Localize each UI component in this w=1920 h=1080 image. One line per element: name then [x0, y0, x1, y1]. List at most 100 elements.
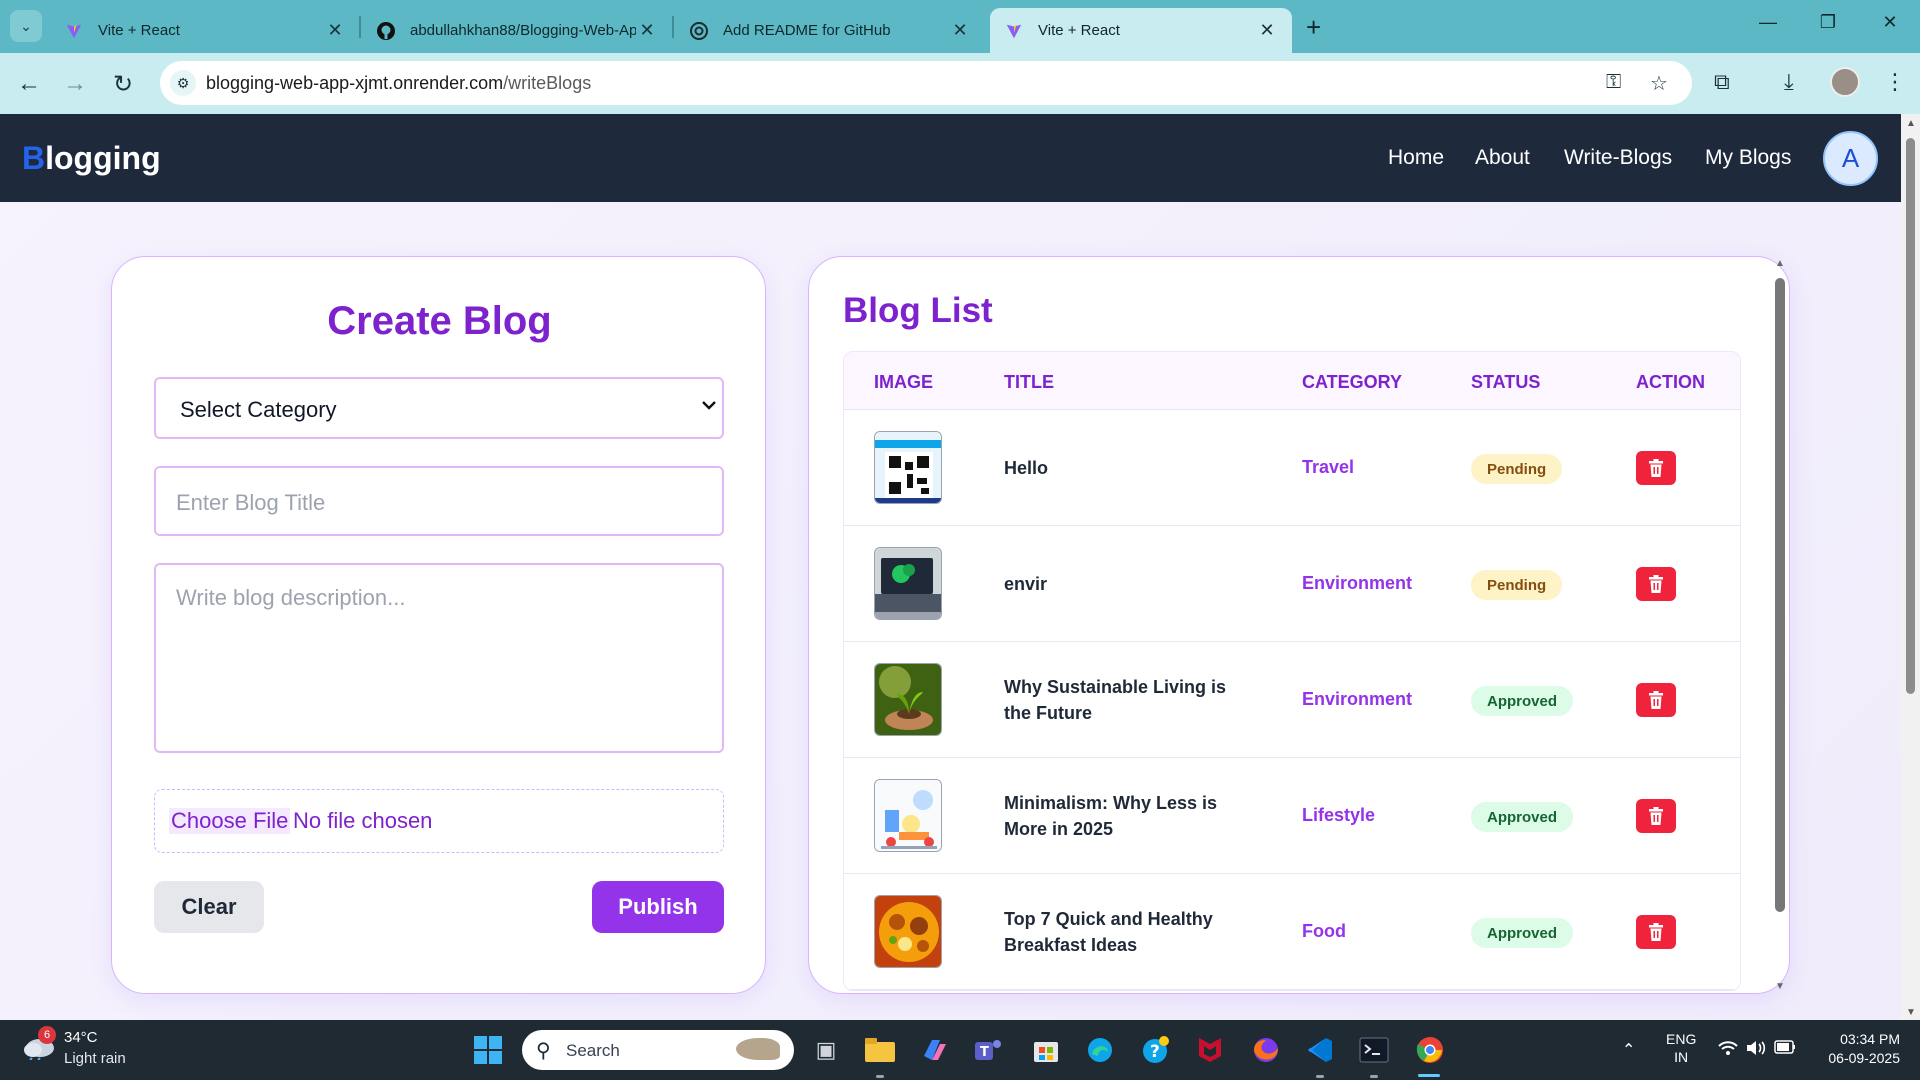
blog-title-input[interactable]: Enter Blog Title — [154, 466, 724, 536]
url-host: blogging-web-app-xjmt.onrender.com — [206, 73, 504, 93]
brand-logo[interactable]: Blogging — [22, 140, 161, 177]
bookmark-star-icon[interactable]: ☆ — [1650, 71, 1668, 96]
blog-list-card: Blog List IMAGE TITLE CATEGORY STATUS AC… — [808, 256, 1790, 994]
delete-button[interactable] — [1636, 683, 1676, 717]
input-language-indicator[interactable]: ENG IN — [1666, 1030, 1696, 1066]
browser-profile-avatar[interactable] — [1830, 67, 1860, 97]
url-text[interactable]: blogging-web-app-xjmt.onrender.com/write… — [206, 73, 591, 94]
browser-tab-4-active[interactable]: Vite + React ✕ — [990, 8, 1292, 53]
table-row: Top 7 Quick and Healthy Breakfast Ideas … — [844, 874, 1740, 990]
brand-initial: B — [22, 140, 46, 176]
close-icon[interactable]: ✕ — [324, 20, 346, 41]
back-icon[interactable]: ← — [12, 67, 46, 101]
windows-start-icon[interactable] — [472, 1034, 504, 1066]
nav-my-blogs[interactable]: My Blogs — [1705, 146, 1791, 170]
scrollbar-thumb[interactable] — [1775, 278, 1785, 912]
column-header-title: TITLE — [1004, 372, 1054, 392]
user-avatar[interactable]: A — [1823, 131, 1878, 186]
window-close-icon[interactable]: ✕ — [1870, 12, 1910, 33]
nav-home[interactable]: Home — [1388, 146, 1444, 170]
biryani-food-image — [874, 895, 942, 968]
tab-title: abdullahkhan88/Blogging-Web-App — [410, 22, 636, 39]
blog-title-cell: Minimalism: Why Less is More in 2025 — [1004, 790, 1234, 842]
mcafee-icon[interactable] — [1194, 1034, 1226, 1066]
tab-title: Vite + React — [98, 22, 180, 39]
table-row: Minimalism: Why Less is More in 2025 Lif… — [844, 758, 1740, 874]
reload-icon[interactable]: ↻ — [106, 67, 140, 101]
image-file-input[interactable]: Choose File No file chosen — [154, 789, 724, 853]
scrollbar-thumb[interactable] — [1906, 138, 1915, 694]
close-icon[interactable]: ✕ — [1256, 20, 1278, 41]
more-menu-icon[interactable]: ⋮ — [1884, 69, 1906, 95]
page-scrollbar[interactable]: ▲ ▼ — [1901, 114, 1920, 1020]
nav-about[interactable]: About — [1475, 146, 1530, 170]
delete-button[interactable] — [1636, 799, 1676, 833]
minimalist-illustration-image — [874, 779, 942, 852]
terminal-icon[interactable] — [1358, 1034, 1390, 1066]
browser-tab-2[interactable]: abdullahkhan88/Blogging-Web-App ✕ — [362, 8, 672, 53]
new-tab-button[interactable]: + — [1306, 12, 1321, 43]
delete-button[interactable] — [1636, 451, 1676, 485]
weather-temperature: 34°C — [64, 1029, 98, 1046]
task-view-icon[interactable]: ▣ — [810, 1034, 842, 1066]
svg-text:T: T — [980, 1045, 989, 1060]
teams-icon[interactable]: T — [972, 1034, 1004, 1066]
taskbar-search[interactable]: ⚲ Search — [522, 1030, 794, 1070]
password-key-icon[interactable]: ⚿ — [1606, 71, 1621, 94]
firefox-icon[interactable] — [1250, 1034, 1282, 1066]
trash-icon — [1649, 459, 1663, 477]
create-blog-heading: Create Blog — [327, 299, 552, 343]
download-icon[interactable]: ⤓ — [1784, 69, 1794, 95]
browser-toolbar: ← → ↻ ⚙ blogging-web-app-xjmt.onrender.c… — [0, 53, 1920, 114]
nav-write-blogs[interactable]: Write-Blogs — [1564, 146, 1672, 170]
wifi-icon[interactable] — [1718, 1040, 1738, 1061]
edge-browser-icon[interactable] — [1084, 1034, 1116, 1066]
blog-title-cell: envir — [1004, 571, 1234, 597]
show-hidden-icons-chevron-icon[interactable]: ⌃ — [1622, 1040, 1635, 1060]
volume-icon[interactable] — [1746, 1040, 1766, 1061]
restore-icon[interactable]: ❐ — [1808, 12, 1848, 33]
minimize-icon[interactable]: — — [1748, 12, 1788, 33]
forward-icon[interactable]: → — [58, 67, 92, 101]
vscode-icon[interactable] — [1304, 1034, 1336, 1066]
column-header-category: CATEGORY — [1302, 372, 1403, 392]
blog-title-cell: Top 7 Quick and Healthy Breakfast Ideas — [1004, 906, 1234, 958]
chatgpt-icon — [689, 21, 709, 41]
trash-icon — [1649, 575, 1663, 593]
blog-title-cell: Why Sustainable Living is the Future — [1004, 674, 1234, 726]
chrome-icon[interactable] — [1414, 1034, 1446, 1066]
browser-tab-3[interactable]: Add README for GitHub ✕ — [675, 8, 985, 53]
category-select[interactable]: Select Category — [154, 377, 724, 439]
close-icon[interactable]: ✕ — [949, 20, 971, 41]
trash-icon — [1649, 807, 1663, 825]
blog-title-text: envir — [1004, 574, 1048, 594]
region-code: IN — [1674, 1049, 1689, 1065]
microsoft-store-icon[interactable] — [1030, 1034, 1062, 1066]
delete-button[interactable] — [1636, 915, 1676, 949]
delete-button[interactable] — [1636, 567, 1676, 601]
close-icon[interactable]: ✕ — [636, 20, 658, 41]
scroll-up-icon[interactable]: ▲ — [1775, 258, 1785, 269]
address-bar[interactable]: ⚙ blogging-web-app-xjmt.onrender.com/wri… — [160, 61, 1692, 105]
language-code: ENG — [1666, 1031, 1697, 1047]
browser-tab-1[interactable]: Vite + React ✕ — [50, 8, 360, 53]
blog-list-scrollbar[interactable]: ▲ ▼ — [1770, 256, 1790, 994]
battery-icon[interactable] — [1774, 1040, 1796, 1059]
extensions-icon[interactable]: ⧉ — [1714, 69, 1730, 95]
copilot-icon[interactable] — [918, 1034, 950, 1066]
clear-button[interactable]: Clear — [154, 881, 264, 933]
publish-button[interactable]: Publish — [592, 881, 724, 933]
site-info-icon[interactable]: ⚙ — [170, 70, 196, 96]
system-clock[interactable]: 03:34 PM 06-09-2025 — [1812, 1030, 1900, 1068]
svg-text:?: ? — [1150, 1042, 1160, 1062]
blog-description-textarea[interactable]: Write blog description... — [154, 563, 724, 753]
file-explorer-icon[interactable] — [864, 1034, 896, 1066]
table-row: Why Sustainable Living is the Future Env… — [844, 642, 1740, 758]
scroll-down-icon[interactable]: ▼ — [1775, 981, 1785, 992]
scroll-up-icon[interactable]: ▲ — [1906, 118, 1916, 129]
scroll-down-icon[interactable]: ▼ — [1906, 1007, 1916, 1018]
status-badge: Approved — [1471, 686, 1574, 716]
tab-search-button[interactable]: ⌄ — [10, 10, 42, 42]
help-icon[interactable]: ? — [1140, 1034, 1172, 1066]
choose-file-button[interactable]: Choose File — [169, 808, 291, 834]
